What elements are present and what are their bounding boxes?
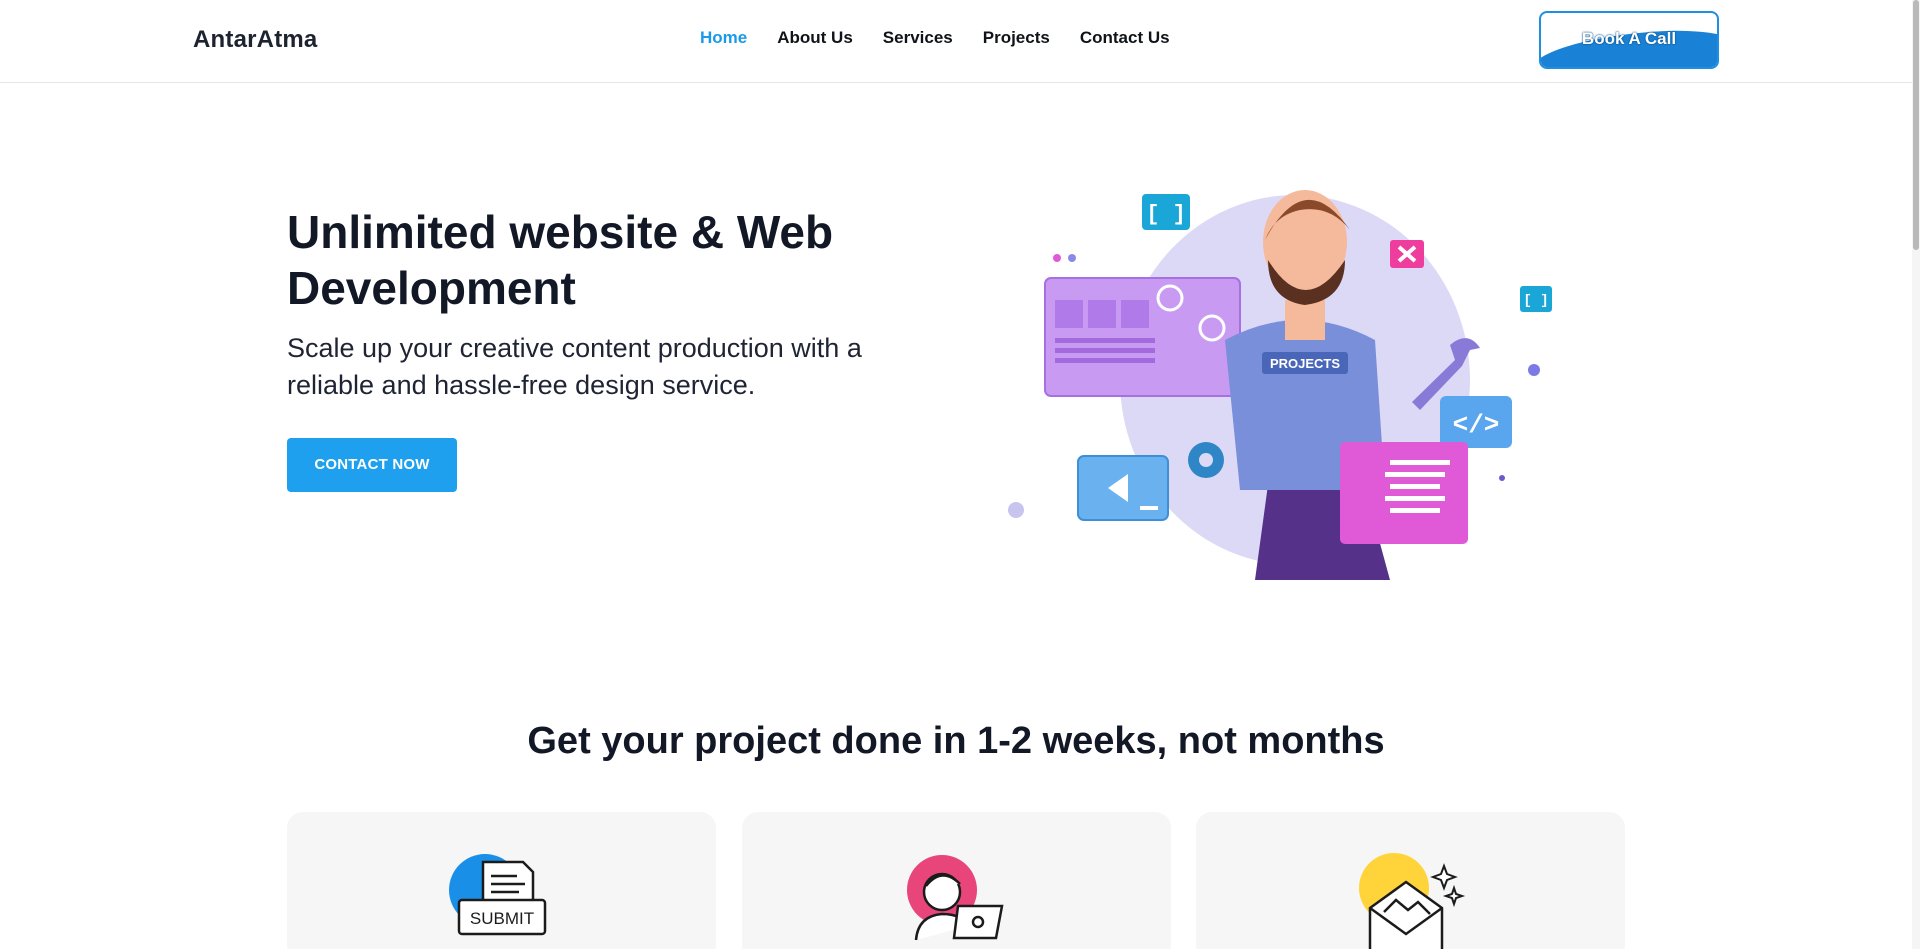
brand-logo[interactable]: AntarAtma: [193, 26, 317, 54]
main-nav: Home About Us Services Projects Contact …: [700, 28, 1200, 48]
play-icon: [1077, 455, 1169, 521]
submit-icon-text: SUBMIT: [470, 909, 534, 928]
document-panel-icon: [1340, 442, 1468, 544]
book-a-call-button[interactable]: Book A Call: [1539, 11, 1719, 69]
nav-home[interactable]: Home: [700, 28, 747, 48]
envelope-image-icon: [1359, 853, 1466, 949]
svg-text:[ ]: [ ]: [1146, 202, 1186, 227]
book-a-call-label: Book A Call: [1581, 29, 1677, 48]
scrollbar-thumb[interactable]: [1913, 0, 1919, 250]
bracket-small-icon: [ ]: [1520, 286, 1552, 312]
nav-services[interactable]: Services: [883, 28, 953, 48]
nav-about-us[interactable]: About Us: [777, 28, 853, 48]
submit-form-icon: SUBMIT: [449, 854, 547, 936]
nav-projects[interactable]: Projects: [983, 28, 1050, 48]
nav-contact-us[interactable]: Contact Us: [1080, 28, 1170, 48]
hero-subtitle: Scale up your creative content productio…: [287, 333, 862, 400]
process-card-delivery: [1196, 812, 1625, 949]
svg-text:[ ]: [ ]: [1523, 293, 1548, 309]
code-icon: </>: [1440, 396, 1512, 448]
bracket-icon: [ ]: [1142, 194, 1190, 230]
process-section-title: Get your project done in 1-2 weeks, not …: [527, 720, 1385, 762]
hero-illustration: [ ] [ ] PROJECTS </>: [1008, 190, 1552, 580]
contact-now-button[interactable]: CONTACT NOW: [287, 438, 457, 492]
site-header: AntarAtma Home About Us Services Project…: [0, 0, 1912, 83]
svg-text:</>: </>: [1453, 410, 1500, 440]
shirt-text: PROJECTS: [1270, 356, 1340, 371]
gear-icon: [1188, 442, 1224, 478]
page-scrollbar[interactable]: [1912, 0, 1920, 949]
hero-title: Unlimited website & Web Development: [287, 206, 834, 314]
browser-window-icon: [1044, 277, 1241, 397]
close-icon: [1390, 240, 1424, 268]
process-card-developer: [742, 812, 1171, 949]
developer-laptop-icon: [907, 855, 1004, 941]
process-card-submit: SUBMIT: [287, 812, 716, 949]
